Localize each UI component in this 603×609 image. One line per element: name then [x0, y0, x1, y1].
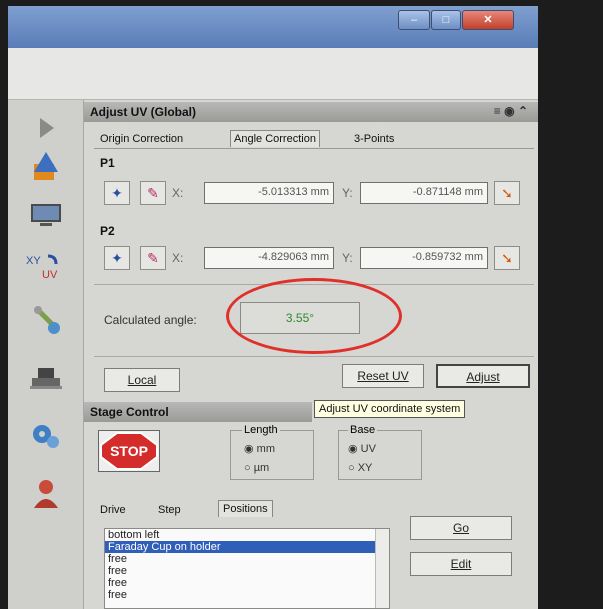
- left-toolbar: XY UV: [8, 100, 84, 609]
- local-button[interactable]: Local: [104, 368, 180, 392]
- p2-y-field[interactable]: -0.859732 mm: [360, 247, 488, 269]
- panel-title: Adjust UV (Global): [90, 105, 196, 119]
- highlight-circle: [226, 278, 402, 354]
- adjust-uv-panel-header: Adjust UV (Global) ≡ ◉ ⌃: [84, 102, 538, 122]
- minimize-button[interactable]: ‒: [398, 10, 430, 30]
- tab-drive[interactable]: Drive: [100, 504, 126, 516]
- tab-origin-correction[interactable]: Origin Correction: [100, 133, 183, 145]
- gears-icon[interactable]: [28, 418, 64, 454]
- close-button[interactable]: ✕: [462, 10, 514, 30]
- length-um-label: µm: [253, 462, 270, 474]
- list-item[interactable]: bottom left: [105, 529, 389, 541]
- p2-label: P2: [100, 224, 115, 238]
- go-button[interactable]: Go: [410, 516, 512, 540]
- base-group-label: Base: [348, 424, 378, 436]
- reset-uv-button[interactable]: Reset UV: [342, 364, 424, 388]
- application-window: ‒ □ ✕ XY UV Adjust UV (Global) ≡ ◉ ⌃ Orig…: [8, 6, 538, 609]
- tab-step[interactable]: Step: [158, 504, 181, 516]
- p1-go-to-icon[interactable]: ➘: [494, 181, 520, 205]
- base-xy-label: XY: [357, 462, 373, 474]
- stage-icon[interactable]: [28, 358, 64, 394]
- edit-button[interactable]: Edit: [410, 552, 512, 576]
- svg-text:XY: XY: [26, 255, 41, 267]
- list-item-selected[interactable]: Faraday Cup on holder: [105, 541, 389, 553]
- title-bar: ‒ □ ✕: [8, 6, 538, 48]
- adjust-button[interactable]: Adjust: [436, 364, 530, 388]
- p2-go-to-icon[interactable]: ➘: [494, 246, 520, 270]
- svg-text:UV: UV: [42, 269, 58, 281]
- length-group-label: Length: [242, 424, 280, 436]
- tab-positions[interactable]: Positions: [218, 500, 273, 517]
- monitor-icon[interactable]: [28, 196, 64, 232]
- stop-button-frame[interactable]: STOP: [98, 430, 160, 472]
- length-group: [230, 430, 314, 480]
- list-item[interactable]: free: [105, 553, 389, 565]
- p1-x-field[interactable]: -5.013313 mm: [204, 182, 334, 204]
- p1-fetch-icon[interactable]: ✦: [104, 181, 130, 205]
- play-icon[interactable]: [28, 110, 64, 146]
- p2-pipette-icon[interactable]: ✎: [140, 246, 166, 270]
- tab-divider: [94, 148, 534, 149]
- stop-label: STOP: [110, 443, 148, 459]
- p2-x-axis-label: X:: [172, 251, 184, 265]
- p1-y-axis-label: Y:: [342, 186, 353, 200]
- p1-x-axis-label: X:: [172, 186, 184, 200]
- user-icon[interactable]: [28, 476, 64, 512]
- shapes-icon[interactable]: [28, 148, 64, 184]
- panel-controls-icon[interactable]: ≡ ◉ ⌃: [494, 104, 528, 118]
- adjust-tooltip: Adjust UV coordinate system: [314, 400, 466, 418]
- length-mm-label: mm: [256, 443, 275, 455]
- list-item[interactable]: free: [105, 577, 389, 589]
- stage-control-title: Stage Control: [90, 405, 169, 419]
- base-uv-label: UV: [360, 443, 376, 455]
- p1-y-field[interactable]: -0.871148 mm: [360, 182, 488, 204]
- base-uv-radio[interactable]: ◉ UV: [348, 442, 376, 455]
- p1-pipette-icon[interactable]: ✎: [140, 181, 166, 205]
- button-row-divider: [94, 356, 534, 357]
- p2-y-axis-label: Y:: [342, 251, 353, 265]
- list-scrollbar[interactable]: [375, 529, 389, 608]
- tab-3-points[interactable]: 3-Points: [354, 133, 394, 145]
- length-um-radio[interactable]: ○ µm: [244, 462, 269, 474]
- positions-list[interactable]: bottom left Faraday Cup on holder free f…: [104, 528, 390, 609]
- tab-angle-correction[interactable]: Angle Correction: [230, 130, 320, 147]
- maximize-button[interactable]: □: [431, 10, 461, 30]
- length-mm-radio[interactable]: ◉ mm: [244, 442, 275, 455]
- list-item[interactable]: free: [105, 565, 389, 577]
- menu-band: [8, 48, 538, 100]
- calculated-angle-label: Calculated angle:: [104, 313, 197, 327]
- stage-control-header: Stage Control: [84, 402, 312, 422]
- p1-label: P1: [100, 156, 115, 170]
- p2-x-field[interactable]: -4.829063 mm: [204, 247, 334, 269]
- list-item[interactable]: free: [105, 589, 389, 601]
- tools-icon[interactable]: [28, 302, 64, 338]
- base-xy-radio[interactable]: ○ XY: [348, 462, 372, 474]
- p2-fetch-icon[interactable]: ✦: [104, 246, 130, 270]
- xy-uv-icon[interactable]: XYUV: [22, 248, 70, 284]
